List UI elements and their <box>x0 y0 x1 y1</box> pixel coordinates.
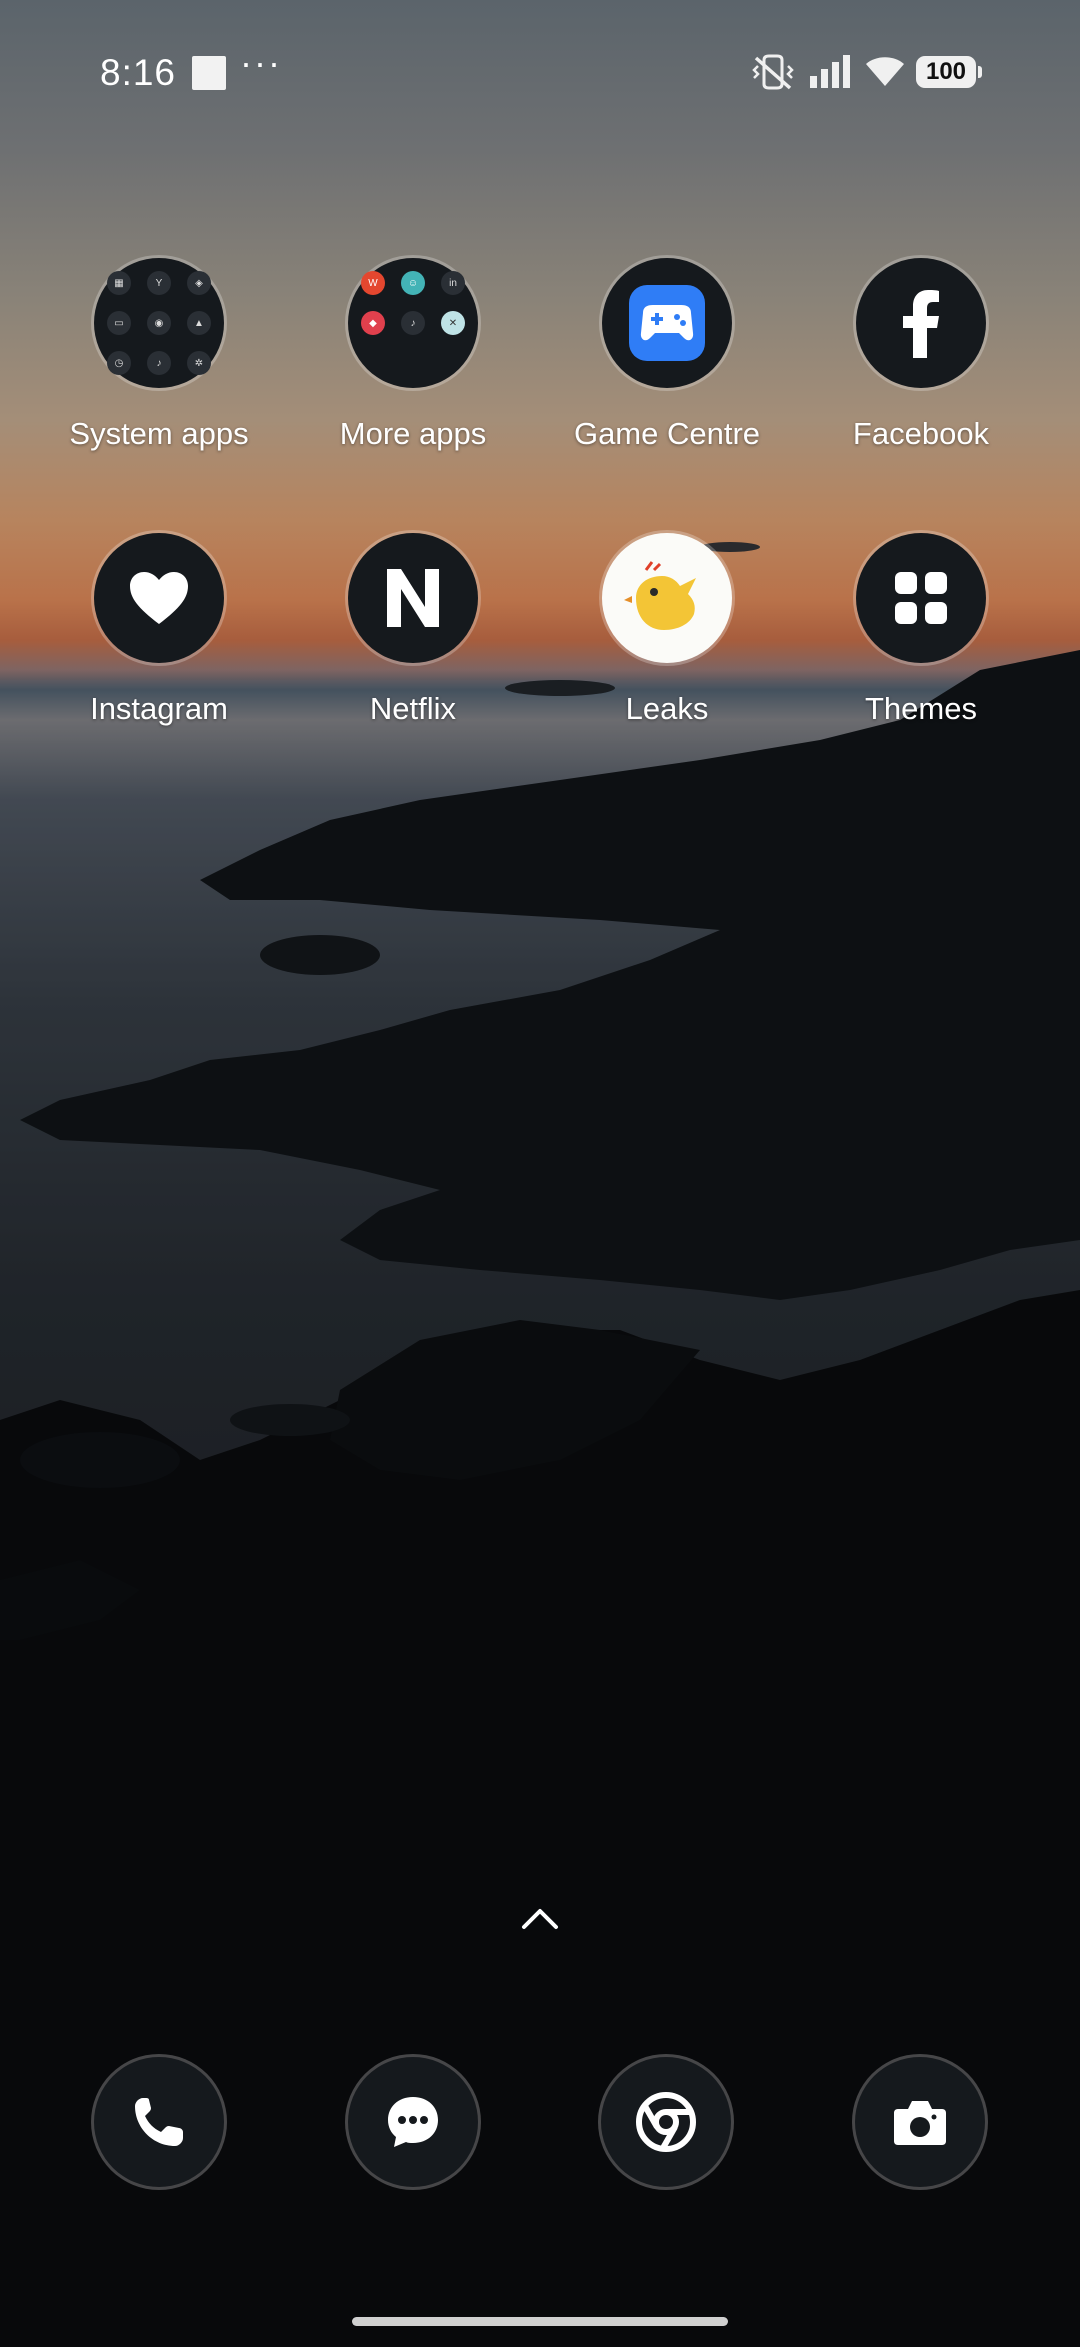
status-bar: 8:16 ··· 100 <box>0 42 1080 102</box>
gesture-home-bar[interactable] <box>352 2317 728 2326</box>
bird-icon <box>602 533 732 663</box>
app-instagram[interactable]: Instagram <box>29 533 289 727</box>
phone-icon <box>135 2098 183 2146</box>
clock-icon: ◷ <box>107 351 131 375</box>
empty-slot <box>441 351 465 375</box>
app-mini-teal-icon: ☺ <box>401 271 425 295</box>
trophy-icon: Y <box>147 271 171 295</box>
app-label: System apps <box>69 416 249 451</box>
app-label: Facebook <box>852 416 990 451</box>
linkedin-icon: in <box>441 271 465 295</box>
calculator-icon: ▦ <box>107 271 131 295</box>
mic-icon: ♪ <box>147 351 171 375</box>
folder-preview-grid: W ☺ in ◆ ♪ ✕ <box>361 271 465 375</box>
dock-phone[interactable] <box>94 2057 224 2187</box>
app-themes[interactable]: Themes <box>791 533 1051 727</box>
files-icon: ▭ <box>107 311 131 335</box>
chrome-icon <box>636 2092 696 2152</box>
app-leaks[interactable]: Leaks <box>537 533 797 727</box>
app-game-centre[interactable]: Game Centre <box>537 258 797 452</box>
empty-slot <box>361 351 385 375</box>
app-drawer-chevron-icon[interactable] <box>520 1905 560 1930</box>
app-system-apps-folder[interactable]: ▦ Y ◈ ▭ ◉ ▲ ◷ ♪ ✲ System apps <box>29 258 289 452</box>
heart-icon <box>94 533 224 663</box>
vibrate-off-icon <box>752 54 794 90</box>
app-label: Netflix <box>369 691 457 726</box>
shield-icon: ◈ <box>187 271 211 295</box>
app-mini-pink-icon: ◆ <box>361 311 385 335</box>
game-controller-icon <box>602 258 732 388</box>
compass-icon: ◉ <box>147 311 171 335</box>
dock-chrome[interactable] <box>601 2057 731 2187</box>
screenshot-indicator-icon <box>192 56 226 90</box>
app-label: Instagram <box>90 691 228 726</box>
app-mini-red-icon: W <box>361 271 385 295</box>
app-label: Leaks <box>625 691 709 726</box>
folder-icon: ▦ Y ◈ ▭ ◉ ▲ ◷ ♪ ✲ <box>94 258 224 388</box>
signal-icon <box>810 55 850 88</box>
triangle-icon: ▲ <box>187 311 211 335</box>
messages-icon <box>388 2097 438 2147</box>
app-facebook[interactable]: Facebook <box>791 258 1051 452</box>
app-netflix[interactable]: Netflix <box>283 533 543 727</box>
status-time: 8:16 <box>100 52 177 93</box>
facebook-icon <box>856 258 986 388</box>
gear-icon: ✲ <box>187 351 211 375</box>
app-label: Game Centre <box>573 416 761 451</box>
battery-icon: 100 <box>916 56 982 88</box>
app-more-apps-folder[interactable]: W ☺ in ◆ ♪ ✕ More apps <box>283 258 543 452</box>
dock-camera[interactable] <box>855 2057 985 2187</box>
tiktok-icon: ♪ <box>401 311 425 335</box>
app-label: Themes <box>865 691 977 726</box>
battery-level: 100 <box>925 58 967 85</box>
wifi-icon <box>866 57 904 86</box>
grid-icon <box>856 533 986 663</box>
camera-icon <box>894 2101 946 2145</box>
folder-preview-grid: ▦ Y ◈ ▭ ◉ ▲ ◷ ♪ ✲ <box>107 271 211 375</box>
dock-messages[interactable] <box>348 2057 478 2187</box>
folder-icon: W ☺ in ◆ ♪ ✕ <box>348 258 478 388</box>
app-label: More apps <box>339 416 487 451</box>
more-notifications-icon: ··· <box>240 42 282 83</box>
app-mini-light-icon: ✕ <box>441 311 465 335</box>
empty-slot <box>401 351 425 375</box>
netflix-n-icon <box>348 533 478 663</box>
